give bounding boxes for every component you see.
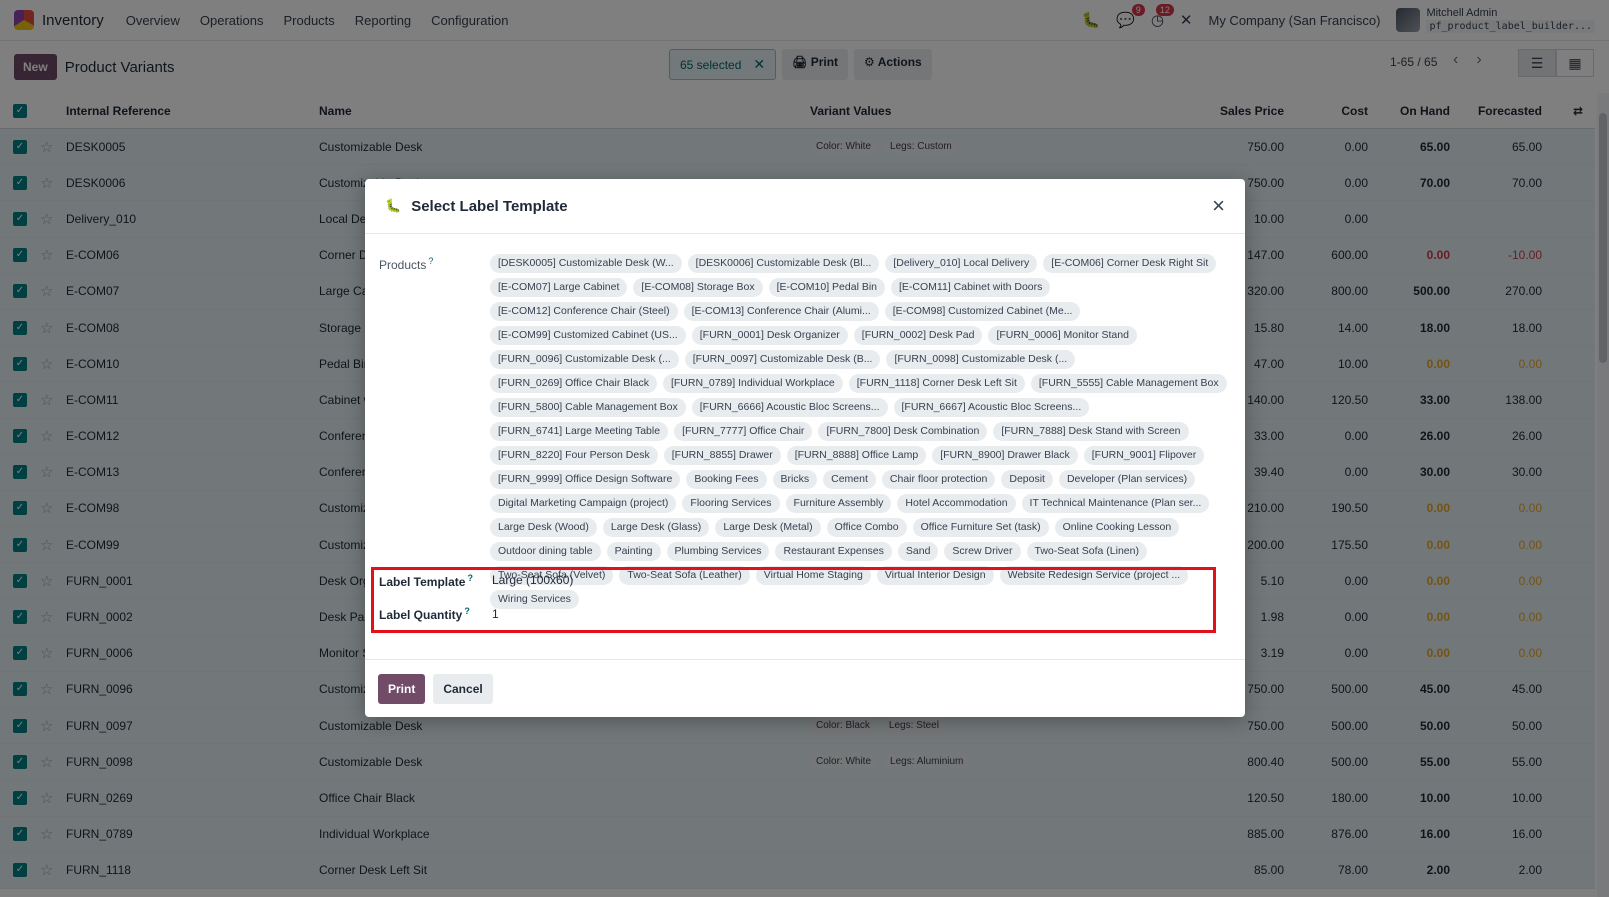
dialog-title: Select Label Template [411, 197, 568, 215]
product-tag[interactable]: Office Combo [826, 518, 907, 537]
product-tag[interactable]: [FURN_6666] Acoustic Bloc Screens... [691, 398, 888, 417]
products-label-text: Products [379, 258, 427, 272]
product-tag[interactable]: [E-COM98] Customized Cabinet (Me... [884, 302, 1081, 321]
product-tag[interactable]: Plumbing Services [666, 542, 770, 561]
product-tag[interactable]: [FURN_7800] Desk Combination [818, 422, 988, 441]
product-tag[interactable]: [DESK0005] Customizable Desk (W... [490, 254, 682, 273]
label-template-field[interactable]: Large (100x60) [492, 573, 573, 587]
label-quantity-field[interactable]: 1 [492, 607, 499, 621]
product-tag[interactable]: [FURN_0789] Individual Workplace [662, 374, 843, 393]
product-tag[interactable]: Online Cooking Lesson [1054, 518, 1180, 537]
product-tag[interactable]: [FURN_0269] Office Chair Black [490, 374, 657, 393]
product-tag[interactable]: [FURN_1118] Corner Desk Left Sit [848, 374, 1025, 393]
product-tag[interactable]: Large Desk (Metal) [715, 518, 821, 537]
product-tag[interactable]: Large Desk (Glass) [602, 518, 710, 537]
product-tag[interactable]: Painting [606, 542, 661, 561]
cancel-button[interactable]: Cancel [433, 673, 493, 704]
product-tag[interactable]: [DESK0006] Customizable Desk (Bl... [687, 254, 880, 273]
product-tag[interactable]: Outdoor dining table [490, 542, 601, 561]
product-tag[interactable]: [FURN_5555] Cable Management Box [1030, 374, 1227, 393]
label-quantity-label-text: Label Quantity [379, 608, 463, 622]
select-label-template-dialog: 🐛 Select Label Template × Products? [DES… [365, 179, 1245, 717]
product-tag[interactable]: Restaurant Expenses [775, 542, 892, 561]
product-tag[interactable]: [FURN_8900] Drawer Black [932, 446, 1078, 465]
product-tag[interactable]: [E-COM07] Large Cabinet [490, 278, 628, 297]
print-button[interactable]: Print [378, 673, 426, 704]
product-tag[interactable]: [Delivery_010] Local Delivery [885, 254, 1038, 273]
dialog-footer: Print Cancel [365, 659, 1245, 717]
product-tag[interactable]: Sand [897, 542, 939, 561]
product-tag[interactable]: Office Furniture Set (task) [912, 518, 1049, 537]
debug-bug-icon[interactable]: 🐛 [385, 198, 401, 214]
product-tag[interactable]: Flooring Services [682, 494, 780, 513]
product-tag[interactable]: [FURN_0096] Customizable Desk (... [490, 350, 679, 369]
product-tag[interactable]: Furniture Assembly [785, 494, 892, 513]
product-tag[interactable]: [FURN_8855] Drawer [663, 446, 781, 465]
dialog-header: 🐛 Select Label Template × [365, 179, 1245, 234]
product-tag[interactable]: [FURN_9999] Office Design Software [490, 470, 681, 489]
product-tag[interactable]: Large Desk (Wood) [490, 518, 597, 537]
product-tag[interactable]: [FURN_5800] Cable Management Box [490, 398, 686, 417]
product-tag[interactable]: Cement [823, 470, 876, 489]
label-template-label: Label Template? [379, 573, 473, 589]
product-tag[interactable]: Screw Driver [944, 542, 1021, 561]
product-tag[interactable]: [FURN_9001] Flipover [1083, 446, 1205, 465]
product-tag[interactable]: [FURN_0001] Desk Organizer [691, 326, 848, 345]
close-icon[interactable]: × [1212, 195, 1225, 217]
product-tag[interactable]: [FURN_7777] Office Chair [674, 422, 813, 441]
product-tag[interactable]: [E-COM12] Conference Chair (Steel) [490, 302, 678, 321]
product-tag[interactable]: Digital Marketing Campaign (project) [490, 494, 677, 513]
product-tag[interactable]: [E-COM13] Conference Chair (Alumi... [683, 302, 879, 321]
product-tag[interactable]: [E-COM06] Corner Desk Right Sit [1043, 254, 1217, 273]
product-tag[interactable]: [E-COM08] Storage Box [633, 278, 763, 297]
product-tag[interactable]: [FURN_6741] Large Meeting Table [490, 422, 669, 441]
product-tag[interactable]: [FURN_6667] Acoustic Bloc Screens... [893, 398, 1090, 417]
product-tag[interactable]: [FURN_0006] Monitor Stand [988, 326, 1137, 345]
product-tag[interactable]: [E-COM10] Pedal Bin [768, 278, 886, 297]
label-template-label-text: Label Template [379, 575, 466, 589]
help-tooltip-icon[interactable]: ? [428, 256, 433, 266]
help-tooltip-icon[interactable]: ? [467, 573, 473, 583]
products-label: Products? [379, 256, 433, 272]
product-tag[interactable]: [FURN_0097] Customizable Desk (B... [684, 350, 881, 369]
product-tag[interactable]: [FURN_8220] Four Person Desk [490, 446, 658, 465]
product-tag[interactable]: Hotel Accommodation [897, 494, 1016, 513]
product-tag[interactable]: Developer (Plan services) [1058, 470, 1196, 489]
label-quantity-label: Label Quantity? [379, 606, 470, 622]
products-tags: [DESK0005] Customizable Desk (W... [DESK0… [490, 254, 1232, 609]
product-tag[interactable]: Chair floor protection [881, 470, 996, 489]
product-tag[interactable]: Deposit [1001, 470, 1053, 489]
product-tag[interactable]: [E-COM11] Cabinet with Doors [891, 278, 1051, 297]
product-tag[interactable]: Booking Fees [686, 470, 767, 489]
help-tooltip-icon[interactable]: ? [464, 606, 470, 616]
product-tag[interactable]: [FURN_0002] Desk Pad [853, 326, 983, 345]
product-tag[interactable]: IT Technical Maintenance (Plan ser... [1021, 494, 1210, 513]
product-tag[interactable]: Bricks [772, 470, 818, 489]
product-tag[interactable]: [E-COM99] Customized Cabinet (US... [490, 326, 686, 345]
product-tag[interactable]: Two-Seat Sofa (Linen) [1026, 542, 1147, 561]
product-tag[interactable]: [FURN_0098] Customizable Desk (... [886, 350, 1076, 369]
product-tag[interactable]: [FURN_7888] Desk Stand with Screen [993, 422, 1189, 441]
product-tag[interactable]: [FURN_8888] Office Lamp [786, 446, 927, 465]
